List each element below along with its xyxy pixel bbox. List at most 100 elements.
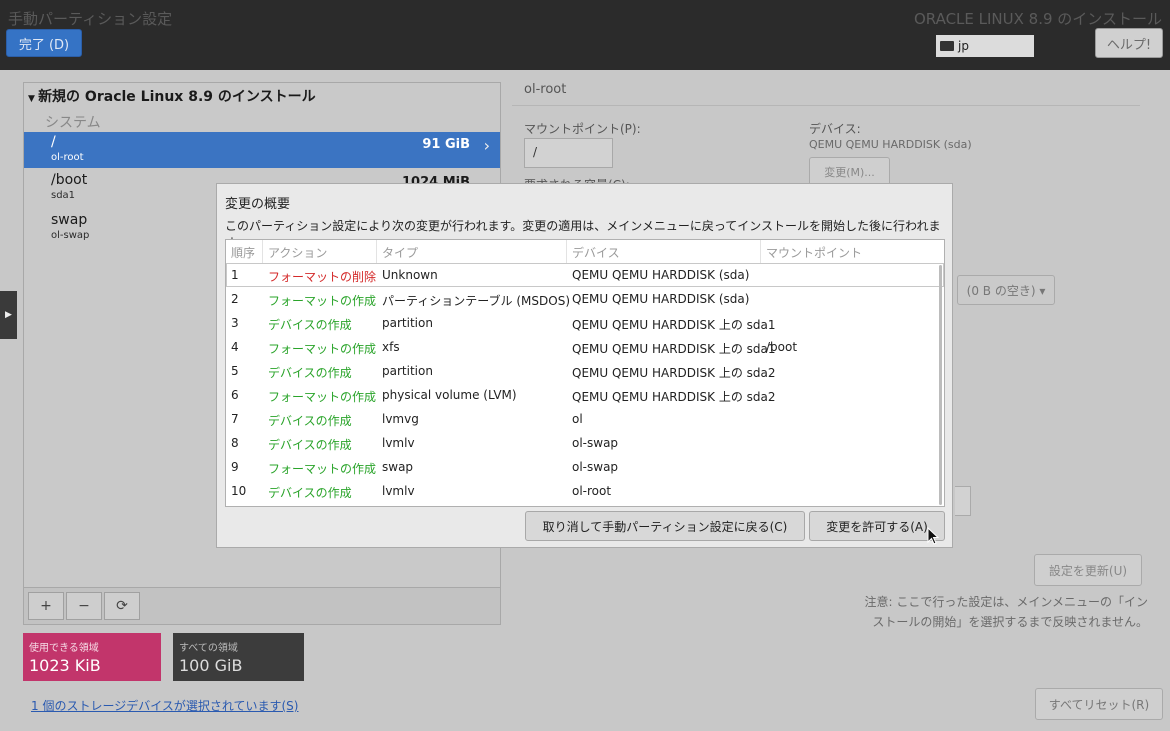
- mountpoint-input[interactable]: /: [524, 138, 613, 168]
- cell-order: 10: [231, 484, 247, 498]
- table-row[interactable]: 3 デバイスの作成 partition QEMU QEMU HARDDISK 上の s…: [226, 311, 944, 335]
- add-mount-button[interactable]: +: [28, 592, 64, 620]
- mount-device: ol-root: [51, 152, 84, 163]
- column-separator: [262, 240, 263, 263]
- total-space-label: すべての領域: [179, 643, 238, 654]
- help-button[interactable]: ヘルプ!: [1095, 28, 1163, 58]
- page-title: 手動パーティション設定: [8, 10, 173, 28]
- cell-order: 7: [231, 412, 239, 426]
- cell-order: 6: [231, 388, 239, 402]
- storage-devices-link[interactable]: 1 個のストレージデバイスが選択されています(S): [31, 697, 298, 714]
- cell-device: QEMU QEMU HARDDISK (sda): [572, 292, 750, 306]
- cell-type: lvmlv: [382, 484, 415, 498]
- table-row[interactable]: 10 デバイスの作成 lvmlv ol-root: [226, 479, 944, 503]
- total-space-value: 100 GiB: [179, 656, 243, 675]
- column-header-mountpoint[interactable]: マウントポイント: [766, 244, 862, 261]
- mount-size: 91 GiB: [422, 137, 470, 152]
- cancel-button[interactable]: 取り消して手動パーティション設定に戻る(C): [525, 511, 805, 541]
- cell-order: 8: [231, 436, 239, 450]
- column-separator: [760, 240, 761, 263]
- cell-action: フォーマットの作成: [268, 294, 377, 308]
- selected-mount-title: ol-root: [524, 82, 567, 97]
- mount-name: swap: [51, 212, 88, 228]
- table-row[interactable]: 7 デバイスの作成 lvmvg ol: [226, 407, 944, 431]
- install-title-label: 新規の Oracle Linux 8.9 のインストール: [38, 89, 316, 105]
- device-label: デバイス:: [809, 122, 861, 136]
- cell-device: ol: [572, 412, 583, 426]
- install-section-header[interactable]: ▼ 新規の Oracle Linux 8.9 のインストール: [28, 86, 316, 106]
- accept-changes-button[interactable]: 変更を許可する(A): [809, 511, 945, 541]
- settings-note: 注意: ここで行った設定は、メインメニューの「インストールの開始」を選択するまで…: [864, 595, 1149, 629]
- device-value: QEMU QEMU HARDDISK (sda): [809, 138, 972, 151]
- column-header-device[interactable]: デバイス: [572, 244, 620, 261]
- available-space-value: 1023 KiB: [29, 656, 101, 675]
- cell-action: デバイスの作成: [268, 414, 352, 428]
- changes-table: 順序 アクション タイプ デバイス マウントポイント 1 フォーマットの削除 Unk…: [225, 239, 945, 507]
- mount-device: ol-swap: [51, 230, 90, 241]
- cell-order: 4: [231, 340, 239, 354]
- keyboard-icon: [940, 41, 954, 51]
- dialog-title: 変更の概要: [225, 197, 291, 212]
- cell-order: 1: [231, 268, 239, 282]
- available-space-label: 使用できる領域: [29, 643, 99, 654]
- mount-device: sda1: [51, 190, 76, 201]
- mountpoint-label: マウントポイント(P):: [524, 122, 641, 136]
- name-input[interactable]: [955, 486, 971, 516]
- mount-row-root[interactable]: / ol-root 91 GiB ›: [24, 132, 500, 168]
- cell-type: lvmvg: [382, 412, 419, 426]
- volume-group-dropdown[interactable]: (0 B の空き) ▾: [957, 275, 1055, 305]
- keyboard-layout-indicator[interactable]: jp: [936, 35, 1034, 57]
- table-row[interactable]: 6 フォーマットの作成 physical volume (LVM) QEMU QEMU…: [226, 383, 944, 407]
- cell-type: partition: [382, 316, 433, 330]
- cell-action: フォーマットの作成: [268, 390, 377, 404]
- refresh-icon[interactable]: ⟳: [104, 592, 140, 620]
- cell-device: QEMU QEMU HARDDISK 上の sda2: [572, 366, 776, 380]
- cell-type: Unknown: [382, 268, 438, 282]
- cell-action: フォーマットの作成: [268, 342, 377, 356]
- cell-action: デバイスの作成: [268, 318, 352, 332]
- summary-of-changes-dialog: 変更の概要 このパーティション設定により次の変更が行われます。変更の適用は、メイ…: [216, 183, 953, 548]
- column-header-order[interactable]: 順序: [231, 244, 255, 261]
- reset-all-button[interactable]: すべてリセット(R): [1035, 688, 1163, 720]
- side-expander-icon[interactable]: ▶: [0, 291, 17, 339]
- cell-action: デバイスの作成: [268, 366, 352, 380]
- table-row[interactable]: 2 フォーマットの作成 パーティションテーブル (MSDOS) QEMU QEMU H…: [226, 287, 944, 311]
- system-section-label: システム: [45, 115, 101, 131]
- table-row[interactable]: 4 フォーマットの作成 xfs QEMU QEMU HARDDISK 上の sda1/…: [226, 335, 944, 359]
- cell-mountpoint: /boot: [766, 340, 798, 354]
- column-separator: [376, 240, 377, 263]
- cell-action: デバイスの作成: [268, 486, 352, 500]
- cell-device: ol-root: [572, 484, 612, 498]
- mount-name: /boot: [51, 172, 88, 188]
- mouse-cursor-icon: [927, 527, 940, 545]
- cell-device: QEMU QEMU HARDDISK (sda): [572, 268, 750, 282]
- done-button[interactable]: 完了 (D): [6, 29, 82, 57]
- cell-device: QEMU QEMU HARDDISK 上の sda1: [572, 318, 776, 332]
- cell-type: swap: [382, 460, 414, 474]
- cell-action: デバイスの作成: [268, 438, 352, 452]
- column-header-action[interactable]: アクション: [268, 244, 327, 261]
- cell-type: lvmlv: [382, 436, 415, 450]
- table-row[interactable]: 1 フォーマットの削除 Unknown QEMU QEMU HARDDISK (sda…: [226, 263, 944, 287]
- partition-toolbar: + − ⟳: [24, 587, 500, 624]
- cell-type: physical volume (LVM): [382, 388, 517, 402]
- update-settings-button[interactable]: 設定を更新(U): [1034, 554, 1142, 586]
- cell-order: 5: [231, 364, 239, 378]
- cell-device: ol-swap: [572, 460, 619, 474]
- table-row[interactable]: 9 フォーマットの作成 swap ol-swap: [226, 455, 944, 479]
- column-header-type[interactable]: タイプ: [382, 244, 418, 261]
- table-row[interactable]: 8 デバイスの作成 lvmlv ol-swap: [226, 431, 944, 455]
- table-header: 順序 アクション タイプ デバイス マウントポイント: [226, 240, 944, 264]
- column-separator: [566, 240, 567, 263]
- table-row[interactable]: 5 デバイスの作成 partition QEMU QEMU HARDDISK 上の s…: [226, 359, 944, 383]
- remove-mount-button[interactable]: −: [66, 592, 102, 620]
- cell-type: partition: [382, 364, 433, 378]
- collapse-triangle-icon: ▼: [28, 94, 39, 104]
- cell-device: QEMU QEMU HARDDISK 上の sda1: [572, 342, 776, 356]
- available-space-box: 使用できる領域 1023 KiB: [23, 633, 161, 681]
- cell-action: フォーマットの作成: [268, 462, 377, 476]
- keyboard-layout-label: jp: [958, 39, 969, 53]
- scrollbar[interactable]: [939, 265, 942, 505]
- cell-type: パーティションテーブル (MSDOS): [382, 294, 571, 308]
- cell-order: 2: [231, 292, 239, 306]
